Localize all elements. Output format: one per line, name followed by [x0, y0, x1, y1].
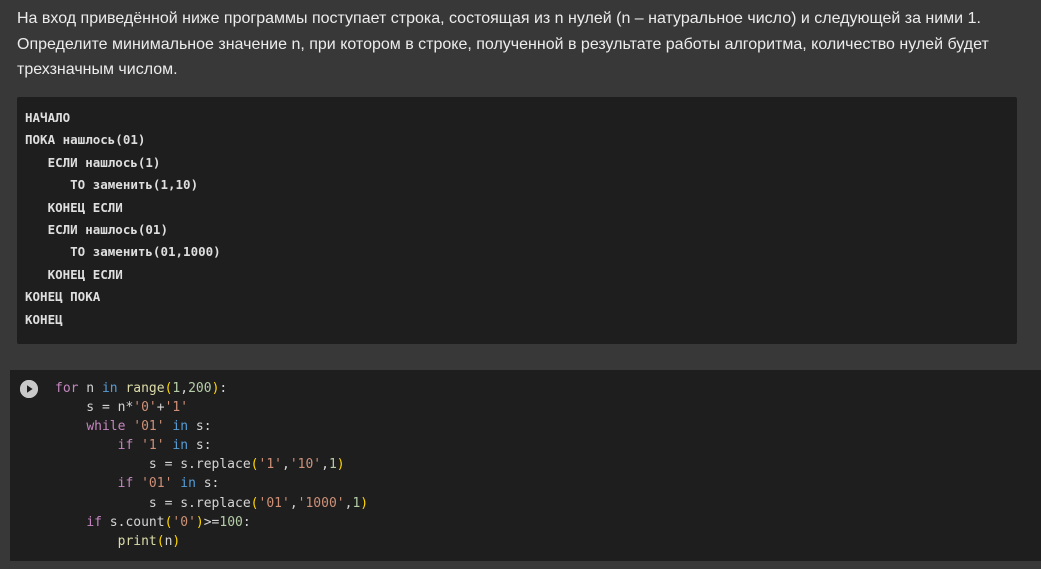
- pseudocode-line: ТО заменить(1,10): [25, 177, 199, 193]
- code-token: in: [172, 438, 189, 454]
- code-token: '0': [172, 514, 196, 530]
- code-token: '1': [258, 457, 282, 473]
- code-token: +: [156, 400, 165, 416]
- code-line: if '1' in s:: [55, 436, 368, 455]
- code-token: ): [360, 495, 369, 511]
- code-line: while '01' in s:: [55, 417, 368, 436]
- code-line: if '01' in s:: [55, 474, 368, 493]
- pseudocode-line: НАЧАЛО: [25, 110, 71, 125]
- pseudocode-block: НАЧАЛО ПОКА нашлось(01) ЕСЛИ нашлось(1) …: [17, 97, 1017, 344]
- code-token: 1: [328, 457, 337, 473]
- code-token: ,: [180, 381, 189, 396]
- pseudocode-line: КОНЕЦ ЕСЛИ: [25, 199, 123, 215]
- code-token: '0': [133, 400, 157, 416]
- pseudocode-line: КОНЕЦ ЕСЛИ: [25, 266, 123, 282]
- code-token: in: [172, 419, 189, 435]
- code-token: s = n*: [55, 400, 134, 416]
- code-token: ): [336, 457, 345, 473]
- code-token: '01': [133, 419, 165, 435]
- code-token: print: [117, 533, 157, 549]
- pseudocode-line: ЕСЛИ нашлось(01): [25, 221, 168, 237]
- code-token: s:: [188, 419, 212, 435]
- pseudocode-line: КОНЕЦ ПОКА: [25, 289, 101, 305]
- code-token: '1': [164, 400, 189, 416]
- code-token: 100: [219, 514, 243, 530]
- run-cell-button[interactable]: [20, 380, 38, 398]
- code-token: ,: [289, 495, 298, 511]
- code-token: (: [250, 457, 259, 473]
- task-description: На вход приведённой ниже программы посту…: [17, 10, 989, 78]
- code-token: while: [86, 419, 126, 435]
- code-cell[interactable]: for n in range(1,200): s = n*'0'+'1' whi…: [10, 370, 1041, 561]
- code-token: s.count: [101, 514, 165, 530]
- code-token: if: [86, 514, 102, 530]
- code-token: if: [117, 438, 134, 454]
- code-token: in: [101, 381, 118, 396]
- code-token: '01': [258, 495, 290, 511]
- code-token: for: [55, 381, 79, 396]
- code-token: in: [180, 476, 196, 492]
- code-token: 200: [188, 381, 212, 396]
- code-token: s = s.replace: [55, 457, 251, 473]
- code-token: (: [156, 533, 165, 549]
- play-circle-icon: [20, 380, 38, 398]
- code-token: if: [117, 476, 134, 492]
- code-token: (: [250, 495, 259, 511]
- pseudocode-line: ЕСЛИ нашлось(1): [25, 154, 161, 170]
- code-token: :: [219, 381, 228, 396]
- code-line: if s.count('0')>=100:: [55, 513, 368, 532]
- code-line: s = n*'0'+'1': [55, 398, 368, 417]
- code-token: range: [125, 381, 165, 396]
- pseudocode-line: КОНЕЦ: [25, 311, 63, 327]
- code-line: for n in range(1,200):: [55, 379, 368, 398]
- code-editor[interactable]: for n in range(1,200): s = n*'0'+'1' whi…: [55, 379, 368, 551]
- code-token: ): [195, 514, 204, 530]
- code-token: s = s.replace: [55, 495, 251, 511]
- pseudocode-line: ТО заменить(01,1000): [25, 244, 221, 260]
- code-token: ): [172, 533, 181, 549]
- code-token: n: [78, 381, 102, 396]
- code-line: s = s.replace('1','10',1): [55, 455, 368, 474]
- code-token: '1000': [297, 495, 345, 511]
- pseudocode-line: ПОКА нашлось(01): [25, 132, 146, 148]
- code-token: s:: [195, 476, 220, 492]
- code-token: '10': [289, 457, 322, 473]
- code-token: ,: [281, 457, 290, 473]
- code-token: '01': [141, 476, 173, 492]
- code-token: >=: [203, 514, 220, 530]
- code-token: s:: [188, 438, 212, 454]
- code-token: :: [242, 514, 251, 530]
- code-line: s = s.replace('01','1000',1): [55, 494, 368, 513]
- code-token: '1': [141, 438, 165, 454]
- code-line: print(n): [55, 532, 368, 551]
- code-token: ,: [321, 457, 329, 473]
